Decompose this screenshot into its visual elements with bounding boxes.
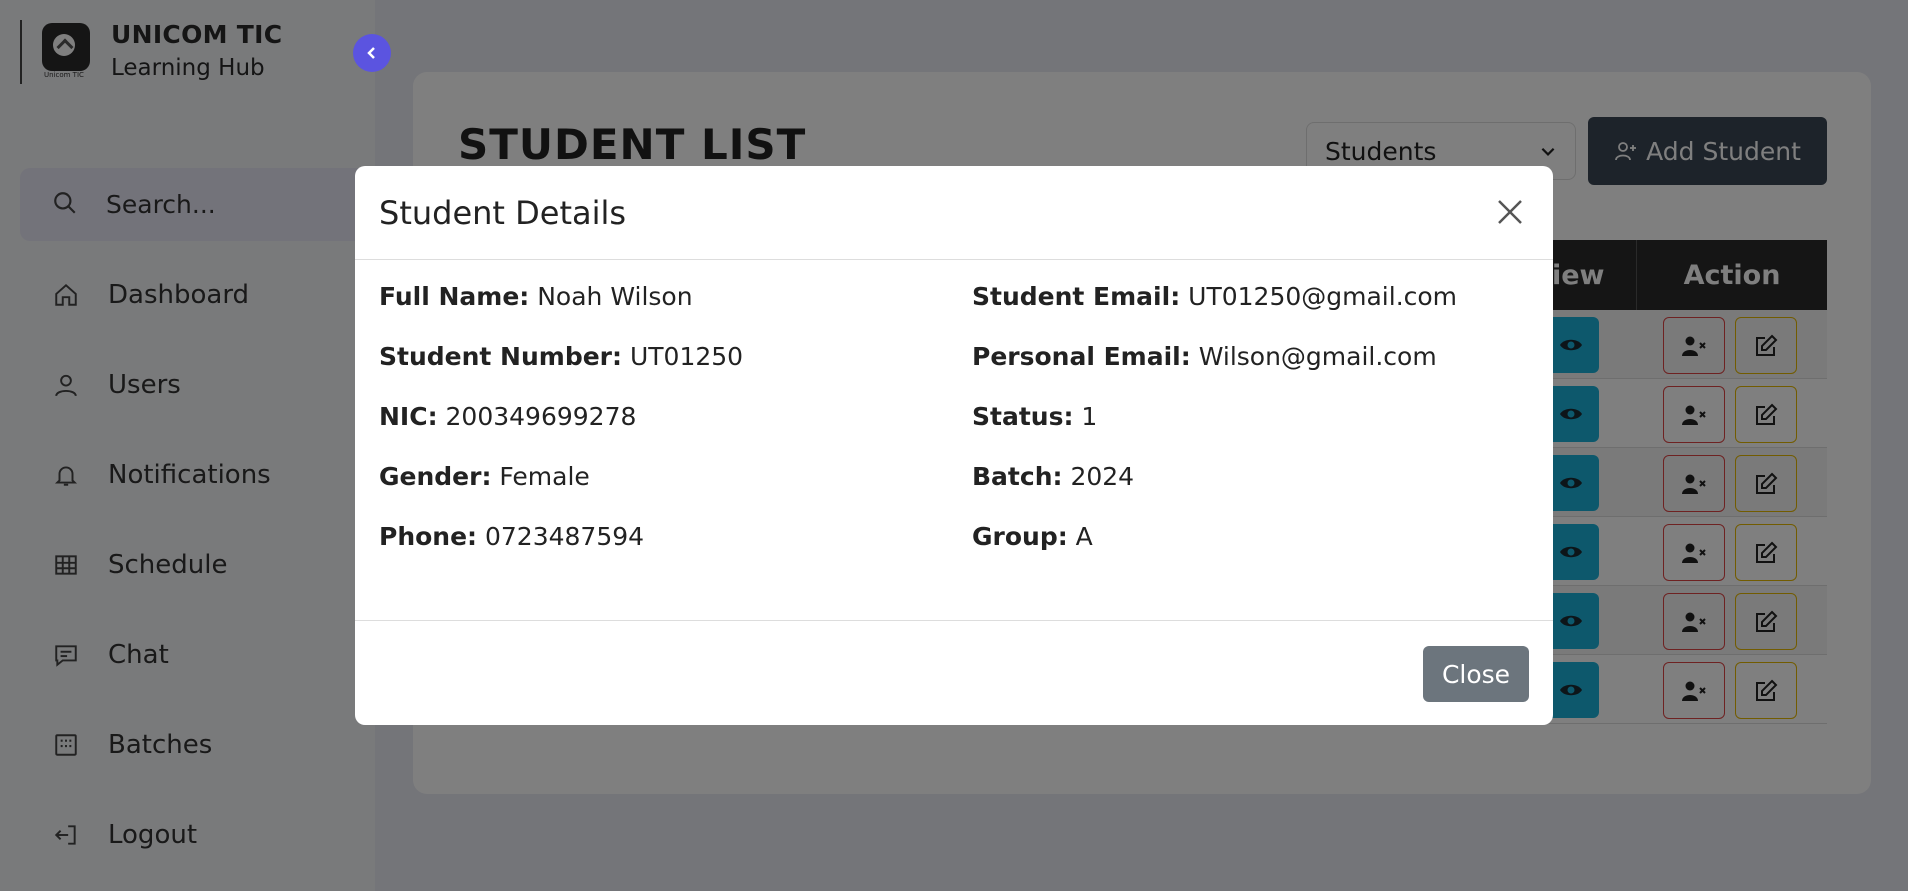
field-phone: Phone: 0723487594	[379, 522, 644, 551]
modal-footer: Close	[355, 620, 1553, 725]
field-gender: Gender: Female	[379, 462, 590, 491]
field-full-name: Full Name: Noah Wilson	[379, 282, 693, 311]
close-button[interactable]: Close	[1423, 646, 1529, 702]
field-label: Student Number:	[379, 342, 623, 371]
field-label: Student Email:	[972, 282, 1181, 311]
field-label: Personal Email:	[972, 342, 1191, 371]
field-value: 2024	[1070, 462, 1135, 491]
field-label: Group:	[972, 522, 1068, 551]
field-batch: Batch: 2024	[972, 462, 1134, 491]
close-icon[interactable]	[1493, 195, 1527, 229]
field-value: Female	[499, 462, 590, 491]
field-value: 0723487594	[485, 522, 645, 551]
field-label: Batch:	[972, 462, 1063, 491]
field-value: UT01250@gmail.com	[1188, 282, 1458, 311]
field-student-email: Student Email: UT01250@gmail.com	[972, 282, 1457, 311]
field-nic: NIC: 200349699278	[379, 402, 636, 431]
field-label: Status:	[972, 402, 1074, 431]
modal-header: Student Details	[355, 166, 1553, 260]
field-value: UT01250	[629, 342, 744, 371]
field-label: NIC:	[379, 402, 438, 431]
field-value: 200349699278	[445, 402, 637, 431]
field-value: A	[1075, 522, 1093, 551]
field-label: Phone:	[379, 522, 478, 551]
field-group: Group: A	[972, 522, 1093, 551]
field-label: Full Name:	[379, 282, 530, 311]
field-student-number: Student Number: UT01250	[379, 342, 743, 371]
field-value: 1	[1081, 402, 1098, 431]
field-status: Status: 1	[972, 402, 1097, 431]
student-details-modal: Student Details Full Name: Noah Wilson S…	[355, 166, 1553, 725]
field-value: Wilson@gmail.com	[1198, 342, 1437, 371]
field-personal-email: Personal Email: Wilson@gmail.com	[972, 342, 1437, 371]
field-value: Noah Wilson	[537, 282, 693, 311]
field-label: Gender:	[379, 462, 492, 491]
collapse-sidebar-button[interactable]	[353, 34, 391, 72]
chevron-left-icon	[367, 47, 375, 59]
modal-body: Full Name: Noah Wilson Student Number: U…	[355, 260, 1553, 620]
modal-title: Student Details	[379, 194, 627, 232]
